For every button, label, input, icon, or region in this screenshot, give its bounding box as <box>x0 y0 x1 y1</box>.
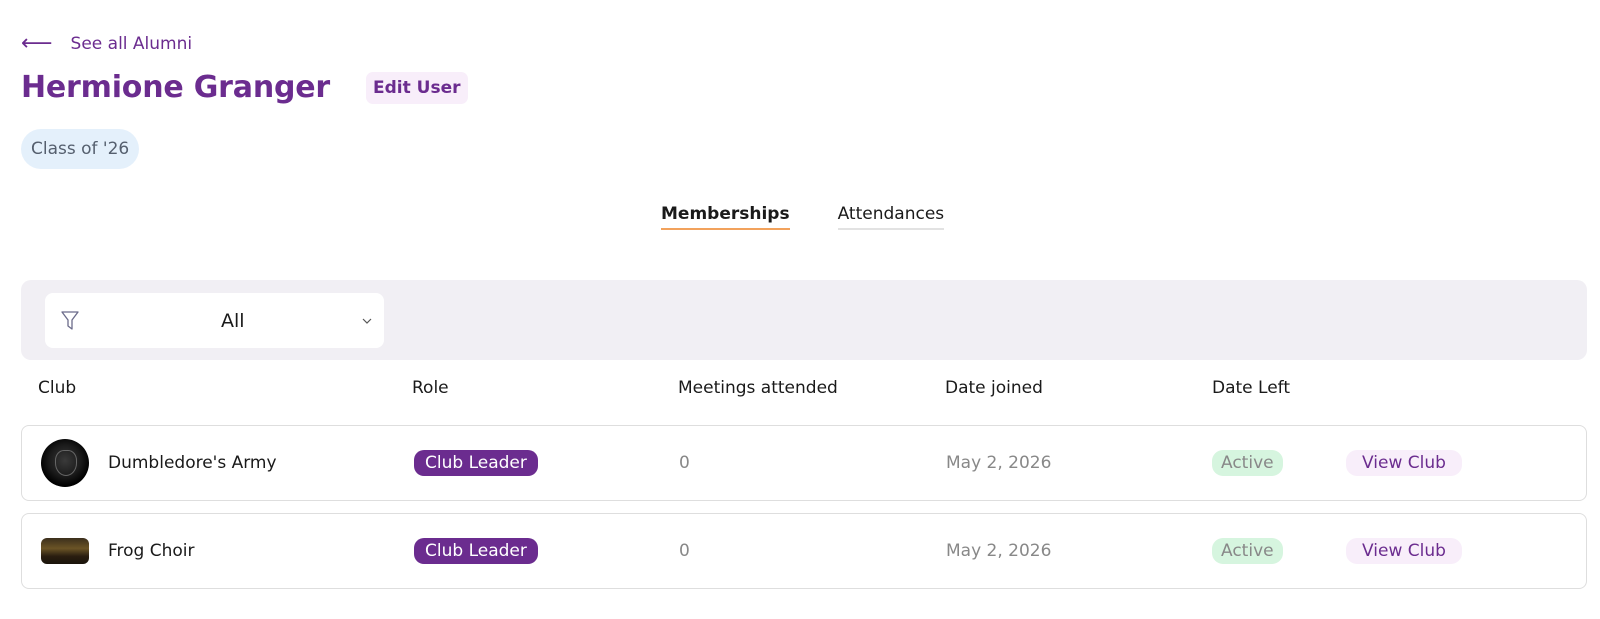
role-badge-label: Club Leader <box>414 538 538 564</box>
filter-funnel-icon <box>61 311 79 330</box>
role-badge: Club Leader <box>414 426 538 500</box>
meetings-attended: 0 <box>679 453 690 473</box>
column-header-date-left: Date Left <box>1212 378 1291 398</box>
filter-selected-value: All <box>221 309 245 332</box>
edit-user-button[interactable]: Edit User <box>366 71 468 104</box>
tab-attendances[interactable]: Attendances <box>837 204 945 230</box>
view-club-cell: View Club <box>1346 514 1462 588</box>
title-row: Hermione Granger Edit User <box>21 70 468 105</box>
status-badge: Active <box>1212 514 1283 588</box>
club-name: Dumbledore's Army <box>108 453 277 473</box>
view-club-button[interactable]: View Club <box>1346 538 1462 564</box>
role-badge-label: Club Leader <box>414 450 538 476</box>
column-header-date-joined: Date joined <box>945 378 1043 398</box>
status-badge-label: Active <box>1212 538 1283 564</box>
table-row: Dumbledore's Army Club Leader 0 May 2, 2… <box>21 425 1587 501</box>
view-club-cell: View Club <box>1346 426 1462 500</box>
column-header-club: Club <box>38 378 77 398</box>
table-header: Club Role Meetings attended Date joined … <box>0 378 1600 400</box>
back-link-label: See all Alumni <box>70 34 193 54</box>
tab-memberships[interactable]: Memberships <box>661 204 790 230</box>
page-title: Hermione Granger <box>21 70 330 105</box>
status-badge: Active <box>1212 426 1283 500</box>
role-badge: Club Leader <box>414 514 538 588</box>
column-header-meetings: Meetings attended <box>678 378 838 398</box>
meetings-attended: 0 <box>679 541 690 561</box>
club-photo-image <box>41 538 89 564</box>
arrow-left-icon: ⟵ <box>21 31 53 56</box>
column-header-role: Role <box>412 378 449 398</box>
status-badge-label: Active <box>1212 450 1283 476</box>
filter-bar: All <box>21 280 1587 360</box>
class-badge: Class of '26 <box>21 129 140 169</box>
tab-bar: Memberships Attendances <box>661 204 945 230</box>
date-joined: May 2, 2026 <box>946 541 1052 561</box>
view-club-button[interactable]: View Club <box>1346 450 1462 476</box>
table-row: Frog Choir Club Leader 0 May 2, 2026 Act… <box>21 513 1587 589</box>
date-joined: May 2, 2026 <box>946 453 1052 473</box>
chevron-down-icon <box>362 318 372 324</box>
back-to-alumni-link[interactable]: ⟵ See all Alumni <box>21 33 192 55</box>
club-name: Frog Choir <box>108 541 195 561</box>
club-crest-image <box>41 439 89 487</box>
filter-select[interactable]: All <box>45 293 384 348</box>
